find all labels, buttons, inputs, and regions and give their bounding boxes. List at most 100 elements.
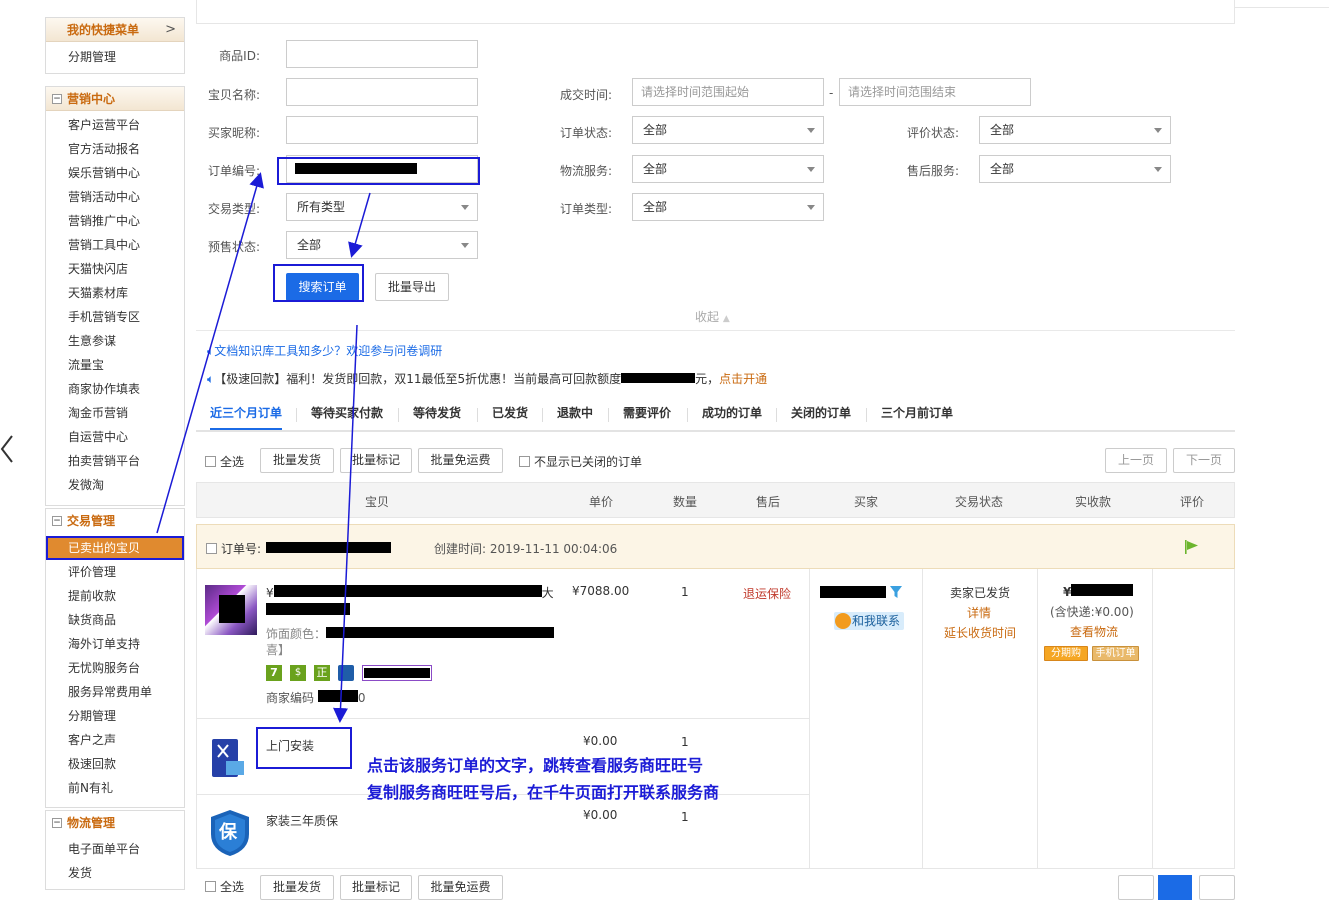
- bottom-current-page[interactable]: [1158, 875, 1192, 900]
- sidebar-trade-item[interactable]: 海外订单支持: [46, 632, 184, 656]
- aftersale-select[interactable]: 全部: [979, 155, 1171, 183]
- collapse-toggle[interactable]: 收起 ▲: [695, 308, 730, 325]
- hide-closed-checkbox[interactable]: 不显示已关闭的订单: [519, 453, 642, 470]
- bottom-batch-free-shipping-button[interactable]: 批量免运费: [418, 875, 503, 900]
- sidebar-marketing-item[interactable]: 自运营中心: [46, 425, 184, 449]
- authentic-badge[interactable]: 正: [314, 665, 330, 681]
- sidebar-logistics-header[interactable]: − 物流管理: [46, 811, 184, 835]
- bottom-select-all[interactable]: 全选: [205, 878, 244, 895]
- order-status-select[interactable]: 全部: [632, 116, 824, 144]
- product-id-input[interactable]: [286, 40, 478, 68]
- survey-notice[interactable]: 🔈︎文档知识库工具知多少？欢迎参与问卷调研: [207, 342, 442, 359]
- logistics-select[interactable]: 全部: [632, 155, 824, 183]
- tab-item[interactable]: 成功的订单: [702, 400, 762, 430]
- sidebar-marketing-item[interactable]: 营销工具中心: [46, 233, 184, 257]
- sidebar-marketing-item[interactable]: 拍卖营销平台: [46, 449, 184, 473]
- warranty-thumbnail[interactable]: 保: [207, 808, 253, 858]
- export-button[interactable]: 批量导出: [375, 273, 449, 301]
- filter-icon[interactable]: [889, 586, 902, 598]
- sidebar-trade-item[interactable]: 无忧购服务台: [46, 656, 184, 680]
- sidebar-trade-item[interactable]: 分期管理: [46, 704, 184, 728]
- contact-me-button[interactable]: 和我联系: [834, 612, 905, 630]
- install-service-thumbnail[interactable]: [206, 735, 248, 781]
- sidebar-marketing-item[interactable]: 天猫素材库: [46, 281, 184, 305]
- seven-day-return-badge[interactable]: 7: [266, 665, 282, 681]
- sidebar-marketing-item[interactable]: 营销活动中心: [46, 185, 184, 209]
- bottom-next-page[interactable]: [1199, 875, 1235, 900]
- sidebar-marketing-item[interactable]: 发微淘: [46, 473, 184, 497]
- sidebar-trade-item[interactable]: 服务异常费用单: [46, 680, 184, 704]
- select-all-label: 全选: [220, 455, 245, 469]
- sidebar-trade-item[interactable]: 极速回款: [46, 752, 184, 776]
- collapse-icon[interactable]: −: [52, 818, 62, 828]
- tab-item[interactable]: 需要评价: [623, 400, 671, 430]
- tab-item[interactable]: 三个月前订单: [881, 400, 953, 430]
- service-badge-icon[interactable]: [338, 665, 354, 681]
- batch-mark-button[interactable]: 批量标记: [340, 448, 412, 473]
- return-insurance-link[interactable]: 退运保险: [743, 585, 791, 602]
- tab-item[interactable]: 等待发货: [413, 400, 461, 430]
- warranty-service-link[interactable]: 家装三年质保: [266, 812, 338, 829]
- tab-item[interactable]: 已发货: [492, 400, 528, 430]
- sidebar-marketing-item[interactable]: 营销推广中心: [46, 209, 184, 233]
- collapse-icon[interactable]: −: [52, 516, 62, 526]
- sidebar-marketing-item[interactable]: 商家协作填表: [46, 377, 184, 401]
- tab-item[interactable]: 近三个月订单: [210, 400, 283, 430]
- time-start-input[interactable]: 请选择时间范围起始: [632, 78, 824, 106]
- sidebar-trade-item[interactable]: 已卖出的宝贝: [46, 536, 184, 560]
- sidebar-logistics-item[interactable]: 发货: [46, 861, 184, 885]
- flag-icon[interactable]: [1184, 539, 1200, 555]
- prev-page-button[interactable]: 上一页: [1105, 448, 1167, 473]
- sidebar-marketing-item[interactable]: 手机营销专区: [46, 305, 184, 329]
- sidebar-trade-item[interactable]: 提前收款: [46, 584, 184, 608]
- details-link[interactable]: 详情: [967, 604, 991, 621]
- sidebar-trade-item[interactable]: 缺货商品: [46, 608, 184, 632]
- view-logistics-link[interactable]: 查看物流: [1070, 623, 1118, 640]
- quick-menu-item[interactable]: 分期管理: [46, 42, 184, 72]
- sidebar-trade-item[interactable]: 评价管理: [46, 560, 184, 584]
- item-name-input[interactable]: [286, 78, 478, 106]
- sidebar-trade-item[interactable]: 前N有礼: [46, 776, 184, 800]
- bottom-batch-mark-button[interactable]: 批量标记: [340, 875, 412, 900]
- guarantee-badge[interactable]: $: [290, 665, 306, 681]
- collapse-icon[interactable]: −: [52, 94, 62, 104]
- batch-free-shipping-button[interactable]: 批量免运费: [418, 448, 503, 473]
- tab-item[interactable]: 等待买家付款: [311, 400, 383, 430]
- buyer-name[interactable]: [820, 586, 902, 598]
- order-tabs: 近三个月订单 等待买家付款 等待发货 已发货 退款中 需要评价 成功的订单 关闭的订单 三个月前…: [196, 400, 1235, 432]
- tab-item[interactable]: 退款中: [557, 400, 593, 430]
- sidebar-marketing-item[interactable]: 流量宝: [46, 353, 184, 377]
- sidebar-marketing-header[interactable]: − 营销中心: [46, 87, 184, 111]
- order-type-select[interactable]: 全部: [632, 193, 824, 221]
- quick-menu-more-icon[interactable]: >: [165, 18, 176, 42]
- sidebar-marketing-item[interactable]: 天猫快闪店: [46, 257, 184, 281]
- time-end-input[interactable]: 请选择时间范围结束: [839, 78, 1031, 106]
- product-thumbnail[interactable]: [205, 585, 257, 635]
- sidebar-marketing-item[interactable]: 官方活动报名: [46, 137, 184, 161]
- next-page-button[interactable]: 下一页: [1173, 448, 1235, 473]
- chevron-down-icon: [461, 205, 469, 210]
- sidebar-marketing-item[interactable]: 娱乐营销中心: [46, 161, 184, 185]
- back-chevron-icon[interactable]: [0, 434, 16, 464]
- sidebar-trade-header[interactable]: − 交易管理: [46, 509, 184, 533]
- bottom-batch-ship-button[interactable]: 批量发货: [260, 875, 334, 900]
- tab-item[interactable]: 关闭的订单: [791, 400, 851, 430]
- select-all-checkbox[interactable]: 全选: [205, 453, 244, 470]
- sidebar-marketing-item[interactable]: 生意参谋: [46, 329, 184, 353]
- trade-type-select[interactable]: 所有类型: [286, 193, 478, 221]
- quick-menu-header[interactable]: 我的快捷菜单 >: [46, 18, 184, 42]
- sidebar-marketing-item[interactable]: 客户运营平台: [46, 113, 184, 137]
- sidebar-marketing-item[interactable]: 淘金币营销: [46, 401, 184, 425]
- sidebar-logistics-item[interactable]: 电子面单平台: [46, 837, 184, 861]
- buyer-nick-input[interactable]: [286, 116, 478, 144]
- item-title[interactable]: ¥ 大: [266, 584, 556, 620]
- order-checkbox[interactable]: 订单号:: [206, 540, 261, 557]
- presale-select[interactable]: 全部: [286, 231, 478, 259]
- batch-ship-button[interactable]: 批量发货: [260, 448, 334, 473]
- bottom-prev-page[interactable]: [1118, 875, 1154, 900]
- extend-receipt-link[interactable]: 延长收货时间: [944, 624, 1016, 641]
- sidebar-trade-item[interactable]: 客户之声: [46, 728, 184, 752]
- review-status-select[interactable]: 全部: [979, 116, 1171, 144]
- redacted-badge-box: [362, 665, 432, 681]
- promo-link[interactable]: 点击开通: [719, 372, 767, 386]
